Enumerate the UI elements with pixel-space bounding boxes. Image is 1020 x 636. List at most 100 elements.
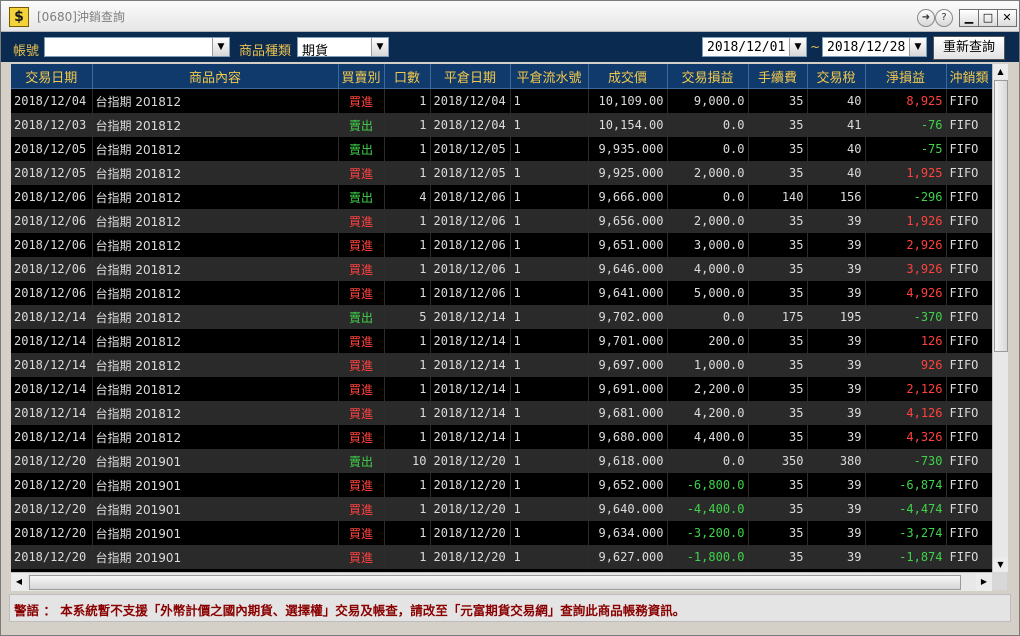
scroll-right-icon[interactable]: ▶ — [976, 573, 992, 591]
cell-seq: 1 — [510, 113, 589, 137]
table-row[interactable]: 2018/12/06 台指期 201812 買進 1 2018/12/06 1 9,656.… — [11, 209, 993, 233]
cell-date: 2018/12/14 — [11, 353, 93, 377]
cell-pl: 4,200.0 — [667, 401, 749, 425]
cell-net: -730 — [865, 449, 947, 473]
cell-pl: -1,800.0 — [667, 545, 749, 569]
table-row[interactable]: 2018/12/20 台指期 201901 賣出 10 2018/12/20 1 9,618… — [11, 449, 993, 473]
table-row[interactable]: 2018/12/14 台指期 201812 買進 1 2018/12/14 1 9,701.… — [11, 329, 993, 353]
cell-qty: 1 — [384, 545, 431, 569]
column-header[interactable]: 交易稅 — [807, 64, 866, 89]
table-row[interactable]: 2018/12/14 台指期 201812 買進 1 2018/12/14 1 9,680.… — [11, 425, 993, 449]
cell-date: 2018/12/03 — [11, 113, 93, 137]
cell-side: 買進 — [338, 209, 385, 233]
cell-net: 926 — [865, 353, 947, 377]
column-header[interactable]: 手續費 — [748, 64, 808, 89]
minimize-button[interactable]: ▁ — [959, 9, 979, 27]
table-row[interactable]: 2018/12/06 台指期 201812 買進 1 2018/12/06 1 9,641.… — [11, 281, 993, 305]
cell-pl: -6,800.0 — [667, 473, 749, 497]
column-header[interactable]: 成交價 — [588, 64, 668, 89]
cell-side: 買進 — [338, 545, 385, 569]
cell-qty: 10 — [384, 449, 431, 473]
table-row[interactable]: 2018/12/14 台指期 201812 賣出 5 2018/12/14 1 9,702.… — [11, 305, 993, 329]
column-header[interactable]: 平倉流水號 — [510, 64, 589, 89]
cell-close-date: 2018/12/14 — [430, 377, 511, 401]
scroll-up-icon[interactable]: ▲ — [993, 64, 1008, 79]
column-header[interactable]: 沖銷類 — [946, 64, 993, 89]
column-header[interactable]: 口數 — [384, 64, 431, 89]
cell-product: 台指期 201812 — [92, 425, 339, 449]
vertical-scrollbar[interactable]: ▲ ▼ — [992, 64, 1008, 572]
table-row[interactable]: 2018/12/03 台指期 201812 賣出 1 2018/12/04 1 10,154… — [11, 113, 993, 137]
table-row[interactable]: 2018/12/05 台指期 201812 賣出 1 2018/12/05 1 9,935.… — [11, 137, 993, 161]
vertical-scroll-thumb[interactable] — [994, 80, 1008, 352]
cell-product: 台指期 201901 — [92, 521, 339, 545]
cell-method: FIFO — [946, 497, 993, 521]
cell-product: 台指期 201812 — [92, 305, 339, 329]
chevron-down-icon[interactable]: ▼ — [789, 38, 806, 56]
cell-side: 買進 — [338, 377, 385, 401]
column-header[interactable]: 商品內容 — [92, 64, 339, 89]
account-select[interactable]: ▼ — [44, 37, 230, 57]
cell-pl: 0.0 — [667, 113, 749, 137]
cell-seq: 1 — [510, 521, 589, 545]
table-row[interactable]: 2018/12/14 台指期 201812 買進 1 2018/12/14 1 9,681.… — [11, 401, 993, 425]
table-row[interactable]: 2018/12/20 台指期 201901 買進 1 2018/12/20 1 9,627.… — [11, 545, 993, 569]
table-row[interactable]: 2018/12/06 台指期 201812 買進 1 2018/12/06 1 9,651.… — [11, 233, 993, 257]
cell-seq: 1 — [510, 377, 589, 401]
table-row[interactable]: 2018/12/20 台指期 201901 買進 1 2018/12/20 1 9,634.… — [11, 521, 993, 545]
table-row[interactable]: 2018/12/14 台指期 201812 買進 1 2018/12/14 1 9,691.… — [11, 377, 993, 401]
table-row[interactable]: 2018/12/20 台指期 201901 買進 1 2018/12/20 1 9,652.… — [11, 473, 993, 497]
cell-tax: 380 — [807, 449, 866, 473]
cell-fee: 35 — [748, 233, 808, 257]
cell-method: FIFO — [946, 473, 993, 497]
help-button[interactable]: ? — [935, 9, 953, 27]
chevron-down-icon[interactable]: ▼ — [212, 38, 229, 56]
cell-side: 賣出 — [338, 305, 385, 329]
table-row[interactable]: 2018/12/06 台指期 201812 賣出 4 2018/12/06 1 9,666.… — [11, 185, 993, 209]
date-from-picker[interactable]: 2018/12/01 ▼ — [702, 37, 807, 57]
cell-tax: 39 — [807, 257, 866, 281]
cell-pl: 2,200.0 — [667, 377, 749, 401]
column-header[interactable]: 淨損益 — [865, 64, 947, 89]
horizontal-scrollbar[interactable]: ◀ ▶ — [11, 572, 992, 591]
requery-button[interactable]: 重新查詢 — [933, 36, 1005, 60]
cell-price: 9,697.000 — [588, 353, 668, 377]
query-window: $ [0680]沖銷查詢 ➜ ? ▁ □ ✕ 帳號 ▼ 商品種類 期貨 ▼ 20… — [0, 0, 1020, 636]
date-to-picker[interactable]: 2018/12/28 ▼ — [822, 37, 927, 57]
column-header[interactable]: 平倉日期 — [430, 64, 511, 89]
cell-product: 台指期 201812 — [92, 329, 339, 353]
cell-qty: 1 — [384, 137, 431, 161]
offset-table: 交易日期 商品內容 買賣別 口數 平倉日期 平倉流水號 成交價 交易損益 手續費 交易稅 淨損益 沖銷… — [11, 64, 993, 569]
cell-seq: 1 — [510, 161, 589, 185]
product-type-label: 商品種類 — [239, 44, 292, 59]
column-header[interactable]: 買賣別 — [338, 64, 385, 89]
cell-pl: -3,200.0 — [667, 521, 749, 545]
cell-product: 台指期 201812 — [92, 233, 339, 257]
table-row[interactable]: 2018/12/06 台指期 201812 買進 1 2018/12/06 1 9,646.… — [11, 257, 993, 281]
table-row[interactable]: 2018/12/14 台指期 201812 買進 1 2018/12/14 1 9,697.… — [11, 353, 993, 377]
close-button[interactable]: ✕ — [997, 9, 1017, 27]
cell-qty: 1 — [384, 209, 431, 233]
warning-bar: 警語 ： 本系統暫不支援「外幣計價之國內期貨、選擇權」交易及帳查，請改至「元富期… — [9, 594, 1011, 622]
chevron-down-icon[interactable]: ▼ — [909, 38, 926, 56]
cell-fee: 35 — [748, 521, 808, 545]
maximize-button[interactable]: □ — [978, 9, 998, 27]
product-type-select[interactable]: 期貨 ▼ — [297, 37, 389, 59]
cell-fee: 35 — [748, 113, 808, 137]
horizontal-scroll-thumb[interactable] — [29, 575, 961, 590]
cell-date: 2018/12/20 — [11, 449, 93, 473]
window-title: [0680]沖銷查詢 — [37, 10, 125, 24]
cell-fee: 35 — [748, 473, 808, 497]
table-row[interactable]: 2018/12/20 台指期 201901 買進 1 2018/12/20 1 9,640.… — [11, 497, 993, 521]
column-header[interactable]: 交易損益 — [667, 64, 749, 89]
cell-tax: 41 — [807, 113, 866, 137]
cell-fee: 35 — [748, 161, 808, 185]
scroll-left-icon[interactable]: ◀ — [11, 573, 27, 591]
table-row[interactable]: 2018/12/04 台指期 201812 買進 1 2018/12/04 1 10,109… — [11, 88, 993, 113]
column-header[interactable]: 交易日期 — [11, 64, 93, 89]
cell-net: 1,925 — [865, 161, 947, 185]
chevron-down-icon[interactable]: ▼ — [371, 38, 388, 56]
table-row[interactable]: 2018/12/05 台指期 201812 買進 1 2018/12/05 1 9,925.… — [11, 161, 993, 185]
forward-icon[interactable]: ➜ — [917, 9, 935, 27]
scroll-down-icon[interactable]: ▼ — [993, 557, 1008, 572]
